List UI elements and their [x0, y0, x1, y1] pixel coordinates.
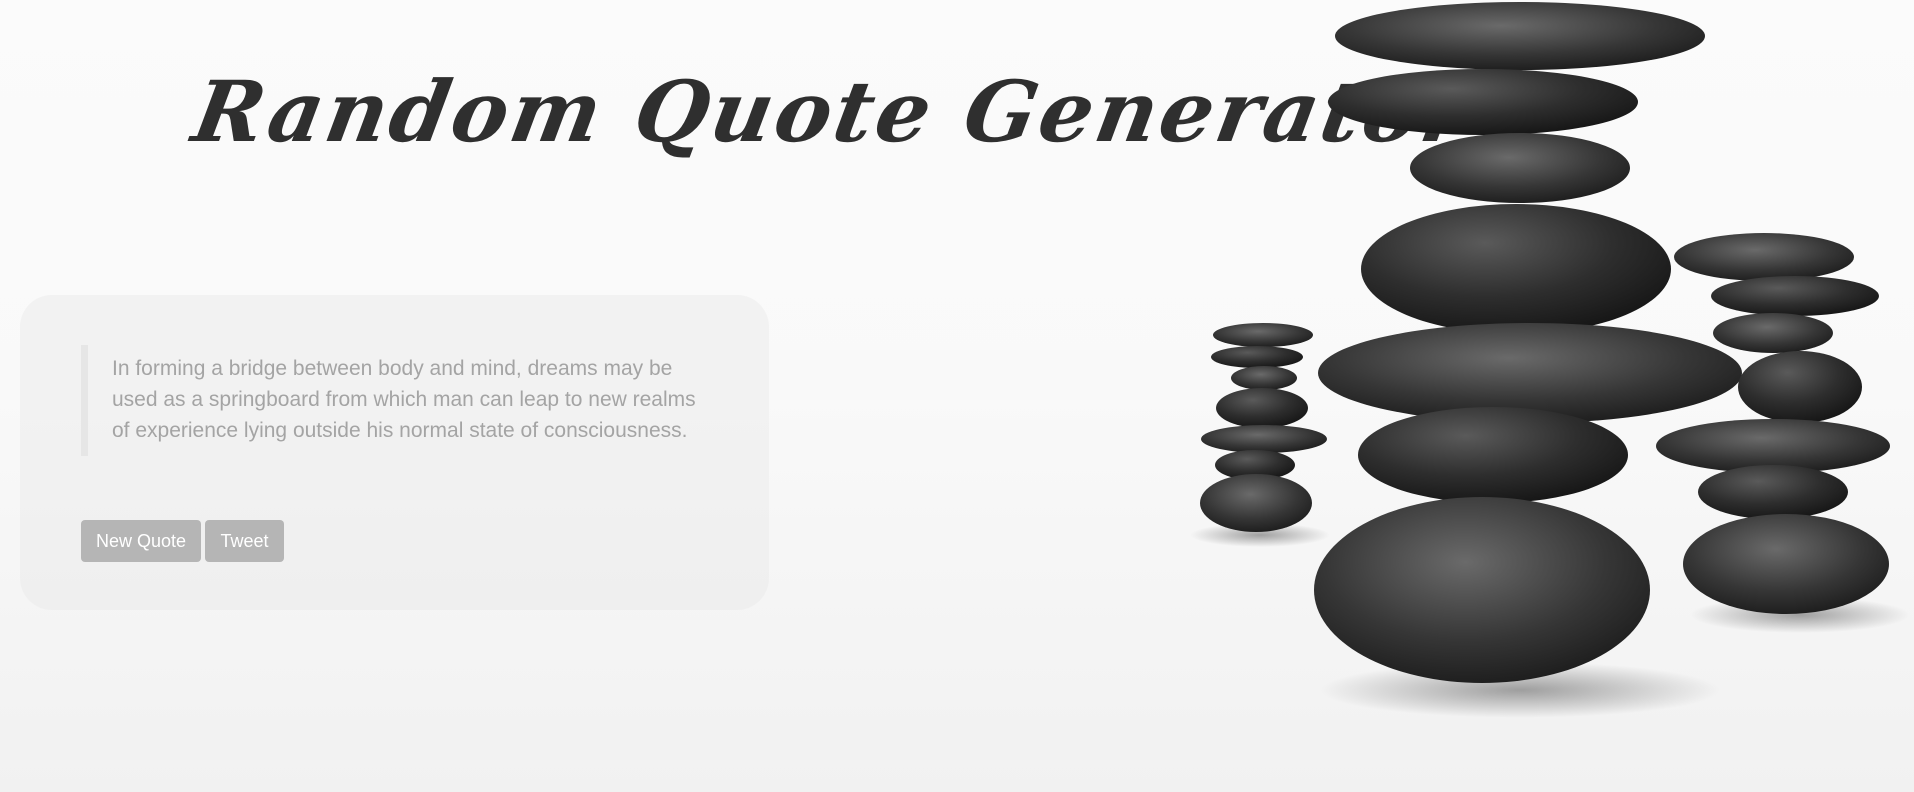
tweet-button[interactable]: Tweet: [205, 520, 284, 562]
quote-text: In forming a bridge between body and min…: [112, 357, 696, 442]
stacked-zen-stones-icon: [1190, 2, 1910, 718]
quote-box: In forming a bridge between body and min…: [20, 295, 769, 610]
quote-blockquote: In forming a bridge between body and min…: [81, 345, 702, 456]
new-quote-button[interactable]: New Quote: [81, 520, 201, 562]
